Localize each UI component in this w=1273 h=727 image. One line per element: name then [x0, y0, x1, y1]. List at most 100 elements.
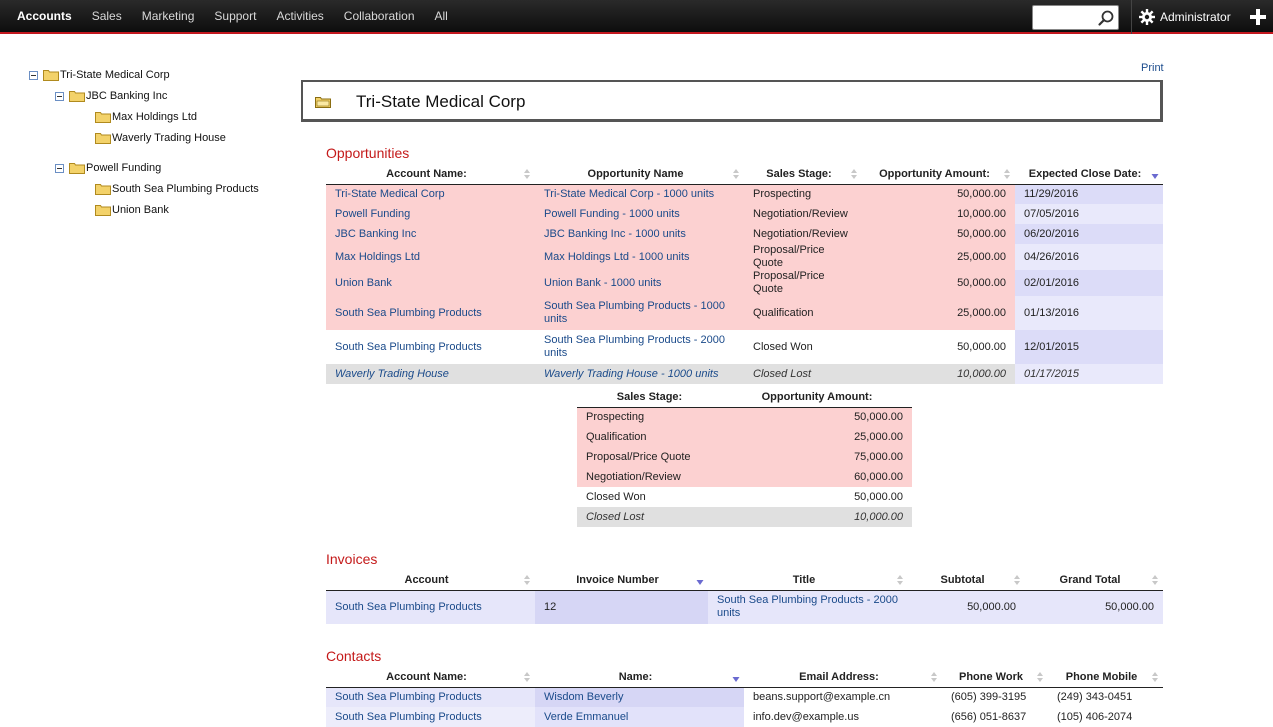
account-link[interactable]: JBC Banking Inc: [335, 228, 416, 240]
column-header-account[interactable]: Account: [326, 570, 535, 591]
collapse-icon[interactable]: [55, 91, 64, 101]
sort-icon: [931, 672, 937, 682]
plus-icon[interactable]: [1250, 9, 1266, 25]
nav-support[interactable]: Support: [204, 0, 266, 34]
amount: 25,000.00: [862, 296, 1015, 330]
opportunity-link[interactable]: Tri-State Medical Corp - 1000 units: [544, 188, 714, 200]
sales-stage: Closed Lost: [744, 364, 862, 384]
tree-label[interactable]: Union Bank: [112, 204, 169, 216]
account-link[interactable]: Tri-State Medical Corp: [335, 188, 445, 200]
account-link[interactable]: South Sea Plumbing Products: [335, 691, 482, 703]
nav-all[interactable]: All: [425, 0, 458, 34]
top-navigation-bar: Accounts Sales Marketing Support Activit…: [0, 0, 1273, 34]
opportunity-link[interactable]: Powell Funding - 1000 units: [544, 208, 680, 220]
column-header-subtotal[interactable]: Subtotal: [908, 570, 1025, 591]
invoice-title-link[interactable]: South Sea Plumbing Products - 2000 units: [717, 594, 898, 619]
search-input[interactable]: [1036, 7, 1096, 28]
admin-menu[interactable]: Administrator: [1139, 0, 1231, 34]
account-title-box: Tri-State Medical Corp: [301, 80, 1163, 122]
nav-activities[interactable]: Activities: [266, 0, 333, 34]
phone-mobile: (105) 406-2074: [1048, 707, 1163, 727]
opportunity-link[interactable]: JBC Banking Inc - 1000 units: [544, 228, 686, 240]
sort-desc-icon: [732, 677, 740, 682]
column-header-amount[interactable]: Opportunity Amount:: [862, 164, 1015, 185]
account-link[interactable]: Waverly Trading House: [335, 368, 449, 380]
contact-name-link[interactable]: Wisdom Beverly: [544, 691, 623, 703]
opportunity-link[interactable]: South Sea Plumbing Products - 2000 units: [544, 334, 725, 359]
column-header-sales-stage[interactable]: Sales Stage:: [744, 164, 862, 185]
close-date: 11/29/2016: [1015, 184, 1163, 204]
column-header-phone-work[interactable]: Phone Work: [942, 667, 1048, 688]
email: info.dev@example.us: [744, 707, 942, 727]
column-header-account[interactable]: Account Name:: [326, 667, 535, 688]
account-link[interactable]: South Sea Plumbing Products: [335, 601, 482, 613]
gear-icon: [1139, 9, 1155, 25]
print-link[interactable]: Print: [1141, 62, 1164, 74]
tree-label[interactable]: Tri-State Medical Corp: [60, 69, 170, 81]
sales-stage: Closed Won: [744, 330, 862, 364]
close-date: 04/26/2016: [1015, 244, 1163, 270]
column-header-account[interactable]: Account Name:: [326, 164, 535, 185]
nav-marketing[interactable]: Marketing: [132, 0, 205, 34]
collapse-icon[interactable]: [55, 163, 64, 173]
tree-node-tri-state: Tri-State Medical Corp: [29, 67, 170, 83]
search-box: [1032, 5, 1119, 30]
contacts-table: Account Name: Name: Email Address: Phone…: [326, 667, 1163, 727]
tree-label[interactable]: Max Holdings Ltd: [112, 111, 197, 123]
folder-icon: [69, 163, 85, 174]
nav-accounts[interactable]: Accounts: [0, 0, 82, 34]
sort-icon: [1152, 575, 1158, 585]
table-row: South Sea Plumbing Products Verde Emmanu…: [326, 707, 1163, 727]
subtotal: 50,000.00: [908, 590, 1025, 624]
table-row: Prospecting 50,000.00: [577, 407, 912, 427]
sales-stage: Proposal/Price Quote: [744, 270, 862, 296]
column-header-grand-total[interactable]: Grand Total: [1025, 570, 1163, 591]
amount: 50,000.00: [722, 407, 912, 427]
opportunity-link[interactable]: Max Holdings Ltd - 1000 units: [544, 251, 690, 263]
folder-icon: [95, 184, 111, 195]
tree-label[interactable]: Powell Funding: [86, 162, 161, 174]
nav-sales[interactable]: Sales: [82, 0, 132, 34]
column-header-title[interactable]: Title: [708, 570, 908, 591]
folder-icon: [43, 70, 59, 81]
opportunity-link[interactable]: South Sea Plumbing Products - 1000 units: [544, 300, 725, 325]
tree-label[interactable]: Waverly Trading House: [112, 132, 226, 144]
admin-label: Administrator: [1160, 10, 1231, 24]
opportunities-title: Opportunities: [326, 145, 410, 161]
amount: 50,000.00: [722, 487, 912, 507]
account-link[interactable]: Union Bank: [335, 277, 392, 289]
table-row: Closed Lost 10,000.00: [577, 507, 912, 527]
sort-icon: [1014, 575, 1020, 585]
sort-icon: [897, 575, 903, 585]
tree-label[interactable]: South Sea Plumbing Products: [112, 183, 259, 195]
column-header-amount: Opportunity Amount:: [722, 387, 912, 408]
account-link[interactable]: Powell Funding: [335, 208, 410, 220]
column-header-opportunity-name[interactable]: Opportunity Name: [535, 164, 744, 185]
tree-label[interactable]: JBC Banking Inc: [86, 90, 167, 102]
amount: 50,000.00: [862, 184, 1015, 204]
column-header-invoice-number[interactable]: Invoice Number: [535, 570, 708, 591]
folder-icon: [95, 112, 111, 123]
folder-icon: [69, 91, 85, 102]
contact-name-link[interactable]: Verde Emmanuel: [544, 711, 628, 723]
column-header-close-date[interactable]: Expected Close Date:: [1015, 164, 1163, 185]
close-date: 01/17/2015: [1015, 364, 1163, 384]
nav-collaboration[interactable]: Collaboration: [334, 0, 425, 34]
account-link[interactable]: Max Holdings Ltd: [335, 251, 420, 263]
search-icon[interactable]: [1097, 9, 1115, 27]
account-link[interactable]: South Sea Plumbing Products: [335, 711, 482, 723]
sales-stage: Negotiation/Review: [744, 204, 862, 224]
account-link[interactable]: South Sea Plumbing Products: [335, 307, 482, 319]
column-header-name[interactable]: Name:: [535, 667, 744, 688]
column-header-email[interactable]: Email Address:: [744, 667, 942, 688]
sort-desc-icon: [1151, 174, 1159, 179]
amount: 50,000.00: [862, 224, 1015, 244]
collapse-icon[interactable]: [29, 70, 38, 80]
account-link[interactable]: South Sea Plumbing Products: [335, 341, 482, 353]
invoice-number: 12: [535, 590, 708, 624]
column-header-phone-mobile[interactable]: Phone Mobile: [1048, 667, 1163, 688]
table-row: Union Bank Union Bank - 1000 units Propo…: [326, 270, 1163, 296]
amount: 60,000.00: [722, 467, 912, 487]
opportunity-link[interactable]: Union Bank - 1000 units: [544, 277, 661, 289]
opportunity-link[interactable]: Waverly Trading House - 1000 units: [544, 368, 718, 380]
